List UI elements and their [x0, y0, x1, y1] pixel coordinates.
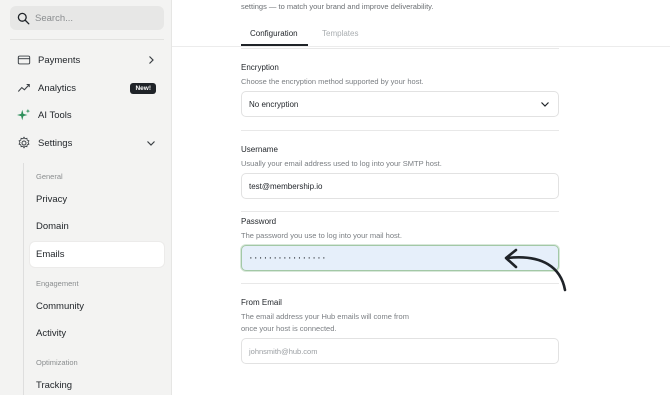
chevron-right-icon [146, 55, 156, 65]
from-email-help-line2: once your host is connected. [241, 324, 337, 333]
from-email-field[interactable]: johnsmith@hub.com [241, 338, 559, 364]
sidebar-item-label: Emails [36, 249, 65, 260]
sidebar-item-label: Payments [38, 54, 81, 66]
sidebar-item-community[interactable]: Community [30, 294, 164, 319]
search-placeholder: Search... [35, 12, 74, 24]
section-divider [241, 211, 559, 212]
search-icon [17, 12, 30, 24]
sidebar-item-emails[interactable]: Emails [30, 242, 164, 267]
sidebar-item-label: Community [36, 301, 85, 312]
sidebar-item-domain[interactable]: Domain [30, 214, 164, 239]
sidebar-item-label: Domain [36, 221, 69, 232]
subtree-guide-line [23, 163, 24, 395]
tab-configuration[interactable]: Configuration [250, 29, 298, 38]
sidebar-item-privacy[interactable]: Privacy [30, 187, 164, 212]
encryption-label: Encryption [241, 63, 279, 72]
from-email-help-line1: The email address your Hub emails will c… [241, 312, 409, 321]
group-label-engagement: Engagement [36, 279, 79, 288]
chart-icon [17, 81, 31, 95]
sidebar-item-ai-tools[interactable]: AI Tools [10, 103, 164, 127]
gear-icon [17, 136, 31, 150]
new-badge: New! [130, 82, 156, 94]
section-divider [241, 48, 559, 49]
sidebar-item-label: AI Tools [38, 109, 72, 121]
from-email-placeholder: johnsmith@hub.com [249, 346, 318, 356]
sparkles-icon [17, 108, 31, 122]
credit-card-icon [17, 53, 31, 67]
sidebar-item-label: Tracking [36, 380, 73, 391]
username-label: Username [241, 145, 278, 154]
sidebar-item-label: Activity [36, 328, 67, 339]
sidebar-item-payments[interactable]: Payments [10, 48, 164, 72]
tab-templates[interactable]: Templates [322, 29, 358, 38]
chevron-down-icon [146, 138, 156, 148]
chevron-down-icon [540, 99, 550, 109]
tabs-divider [172, 46, 670, 47]
username-value: test@membership.io [249, 181, 323, 191]
username-help: Usually your email address used to log i… [241, 159, 442, 168]
sidebar: Search... Payments Analytics New! AI Too… [0, 0, 172, 395]
password-label: Password [241, 217, 277, 226]
sidebar-item-label: Analytics [38, 82, 77, 94]
sidebar-item-analytics[interactable]: Analytics New! [10, 76, 164, 100]
sidebar-item-activity[interactable]: Activity [30, 321, 164, 346]
encryption-select[interactable]: No encryption [241, 91, 559, 117]
username-field[interactable]: test@membership.io [241, 173, 559, 199]
password-value: ················ [249, 252, 327, 264]
sidebar-item-label: Privacy [36, 194, 68, 205]
badge-wrap: New! [130, 82, 156, 94]
annotation-arrow-icon [504, 248, 567, 292]
settings-panel: settings — to match your brand and impro… [172, 0, 670, 395]
password-help: The password you use to log into your ma… [241, 231, 402, 240]
search-input[interactable]: Search... [10, 6, 164, 30]
from-email-label: From Email [241, 298, 282, 307]
sidebar-item-settings[interactable]: Settings [10, 131, 164, 155]
sidebar-item-tracking[interactable]: Tracking [30, 373, 164, 395]
section-divider [241, 130, 559, 131]
group-label-general: General [36, 172, 63, 181]
encryption-value: No encryption [249, 99, 299, 109]
group-label-optimization: Optimization [36, 358, 78, 367]
sidebar-item-label: Settings [38, 137, 73, 149]
encryption-help: Choose the encryption method supported b… [241, 77, 424, 86]
sidebar-divider [10, 39, 164, 40]
intro-text: settings — to match your brand and impro… [241, 2, 434, 11]
